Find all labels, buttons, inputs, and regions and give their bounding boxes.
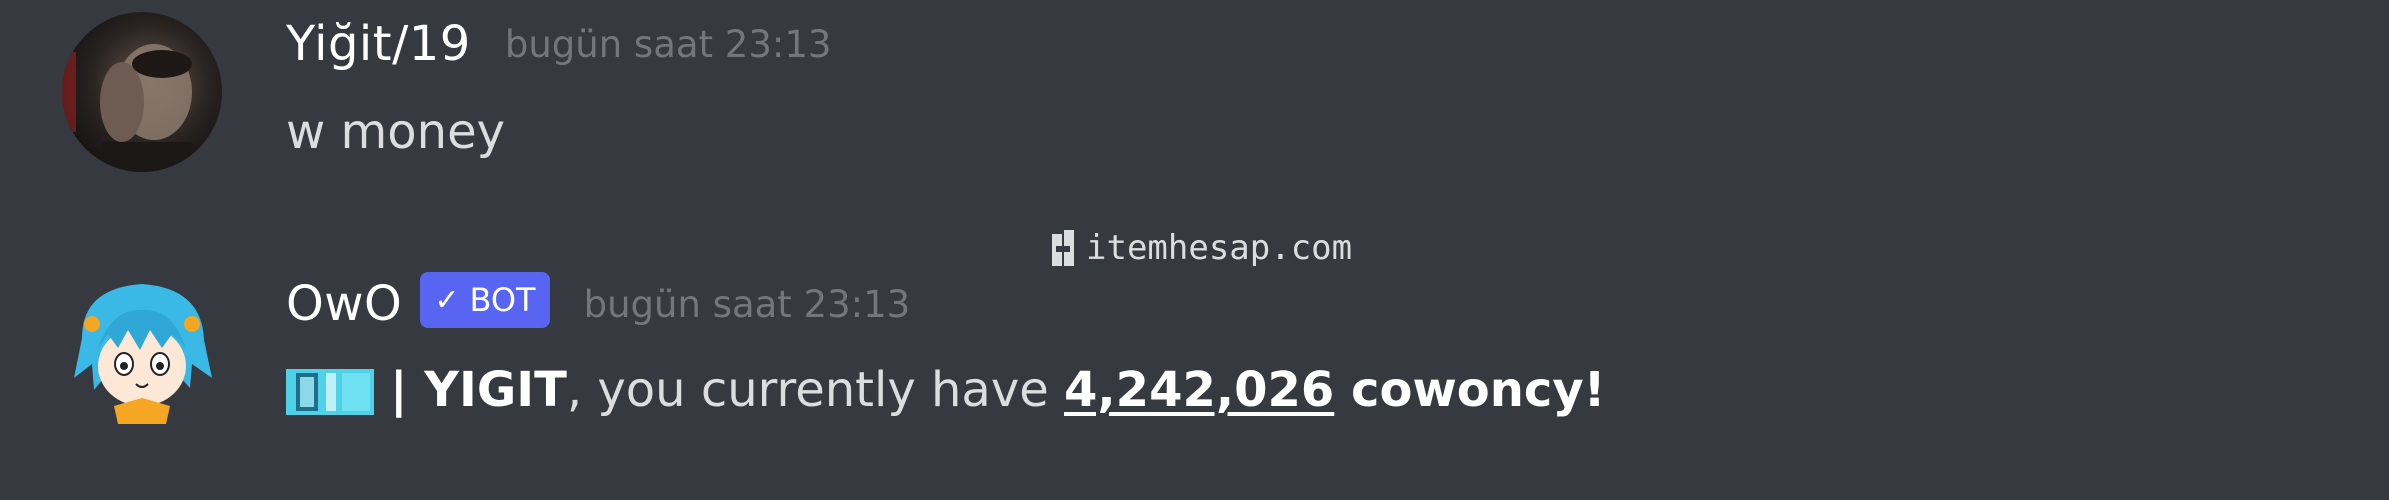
message-header: OwO ✓ BOT bugün saat 23:13 — [286, 272, 911, 332]
watermark: itemhesap.com — [1050, 228, 1352, 268]
user-avatar[interactable] — [62, 12, 222, 172]
message-content: w money — [286, 104, 505, 160]
separator: | — [390, 362, 425, 418]
currency-label: cowoncy! — [1334, 362, 1606, 418]
timestamp[interactable]: bugün saat 23:13 — [584, 283, 911, 326]
bot-username[interactable]: OwO — [286, 276, 402, 332]
bot-avatar[interactable] — [62, 268, 222, 428]
verified-check-icon: ✓ — [434, 282, 460, 318]
message-text: w money — [286, 104, 505, 160]
message-header: Yiğit/19 bugün saat 23:13 — [286, 16, 831, 72]
chat-area: Yiğit/19 bugün saat 23:13 w money itemhe… — [0, 0, 2389, 500]
cowoncy-emoji-icon — [286, 369, 374, 415]
username[interactable]: Yiğit/19 — [286, 16, 471, 72]
mentioned-user: YIGIT — [424, 362, 567, 418]
itemhesap-logo-icon — [1052, 230, 1074, 266]
cowoncy-amount: 4,242,026 — [1064, 362, 1335, 418]
user-avatar-photo-icon — [62, 12, 222, 172]
timestamp[interactable]: bugün saat 23:13 — [505, 23, 832, 66]
message-text: , you currently have — [566, 362, 1065, 418]
bot-tag: ✓ BOT — [420, 272, 550, 328]
watermark-text: itemhesap.com — [1086, 228, 1353, 268]
message-content: | YIGIT , you currently have 4,242,026 c… — [286, 362, 1606, 418]
owo-avatar-icon — [62, 268, 222, 428]
bot-tag-label: BOT — [469, 281, 536, 319]
